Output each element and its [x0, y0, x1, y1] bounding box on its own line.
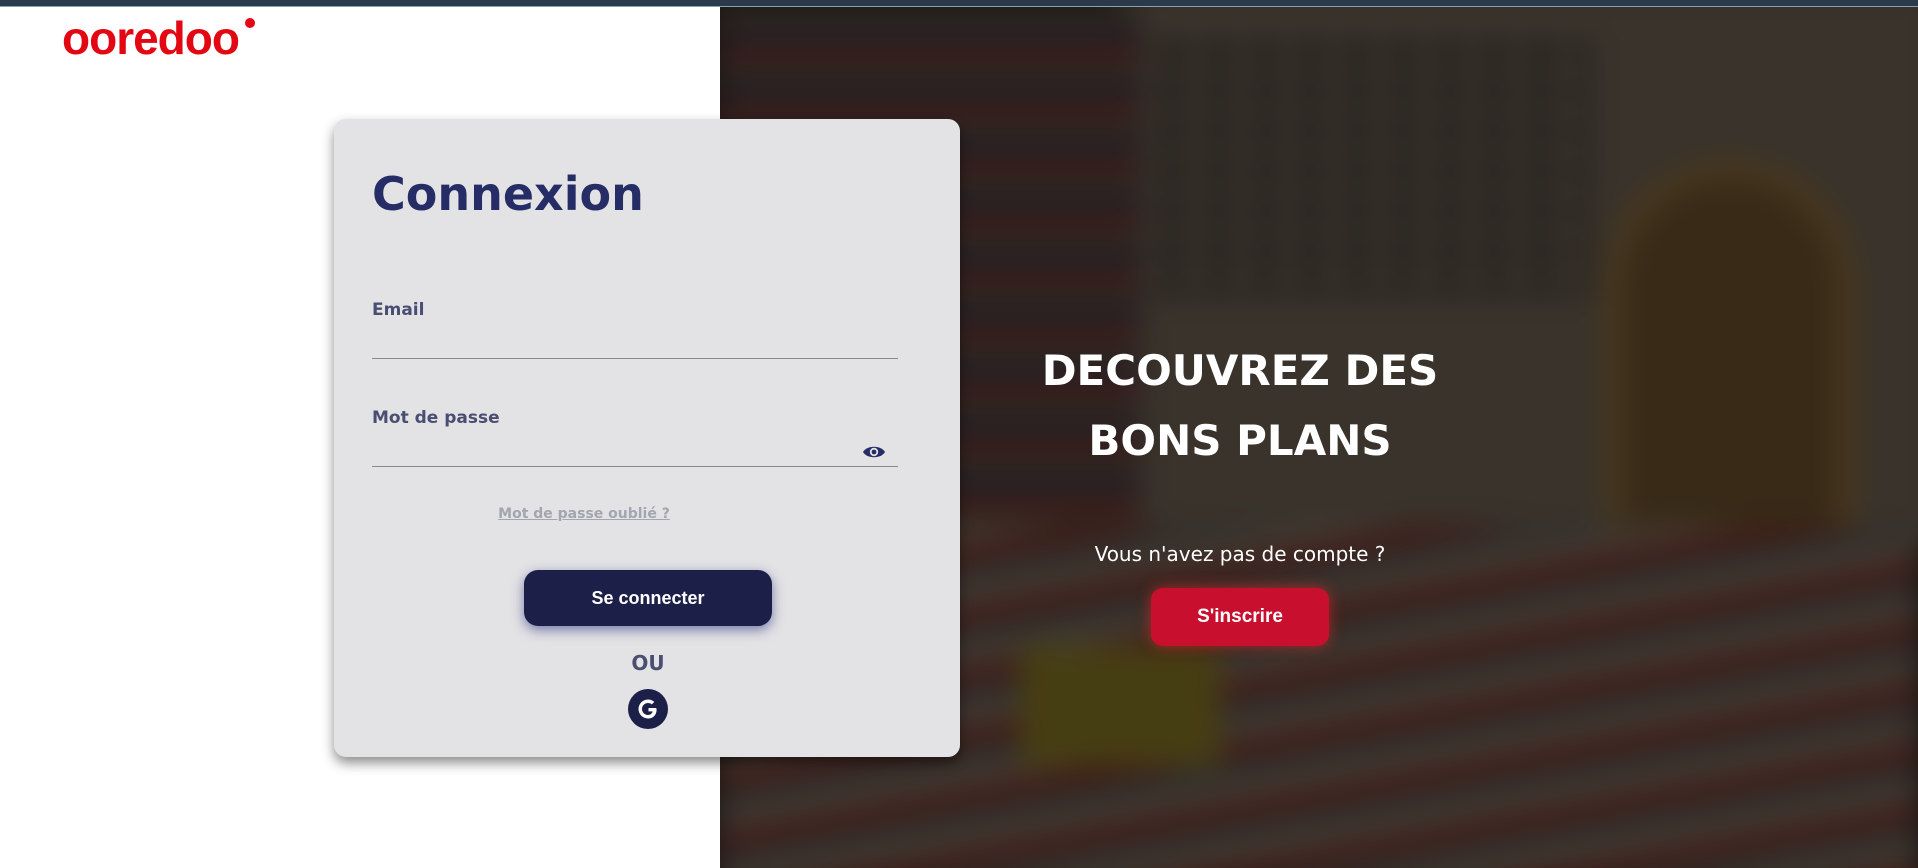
- login-title: Connexion: [372, 167, 644, 221]
- eye-icon[interactable]: [862, 443, 886, 461]
- signup-button[interactable]: S'inscrire: [1151, 588, 1329, 646]
- google-icon: [638, 699, 657, 719]
- ooredoo-logo: ooredoo: [62, 12, 258, 64]
- google-signin-button[interactable]: [628, 689, 668, 729]
- browser-top-border: [0, 0, 1918, 7]
- email-field[interactable]: [372, 328, 898, 359]
- logo-wordmark: ooredoo: [62, 14, 239, 64]
- hero-title-line-2: BONS PLANS: [1088, 416, 1392, 465]
- hero-title: DECOUVREZ DES BONS PLANS: [1015, 336, 1465, 476]
- email-label: Email: [372, 300, 425, 320]
- password-label: Mot de passe: [372, 408, 500, 428]
- login-card: Connexion Email Mot de passe Mot de pass…: [334, 119, 960, 757]
- login-button[interactable]: Se connecter: [524, 570, 772, 626]
- logo-graphic: ooredoo: [62, 12, 255, 64]
- hero-title-line-1: DECOUVREZ DES: [1041, 346, 1439, 395]
- or-divider-text: OU: [631, 651, 665, 675]
- forgot-password-link[interactable]: Mot de passe oublié ?: [334, 506, 834, 522]
- no-account-text: Vous n'avez pas de compte ?: [1094, 542, 1386, 566]
- password-field[interactable]: [372, 436, 898, 467]
- hero-content: DECOUVREZ DES BONS PLANS Vous n'avez pas…: [1015, 336, 1465, 646]
